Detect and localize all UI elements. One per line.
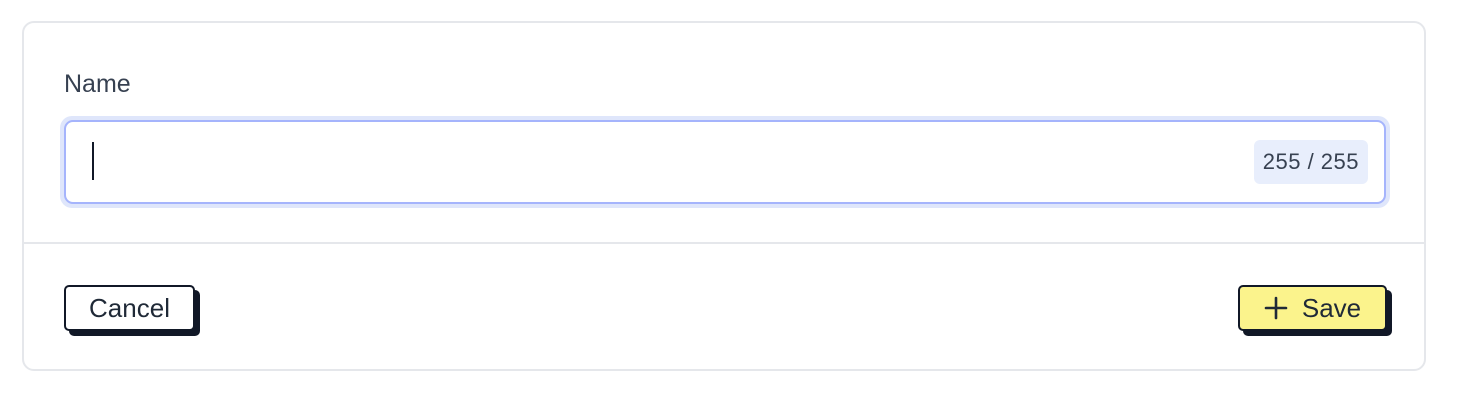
character-counter: 255 / 255 — [1253, 140, 1368, 184]
name-label: Name — [64, 70, 131, 98]
footer-divider — [24, 242, 1424, 244]
text-caret — [92, 142, 94, 180]
save-button[interactable]: Save — [1238, 285, 1387, 331]
name-input[interactable]: 255 / 255 — [64, 120, 1386, 204]
cancel-button-label: Cancel — [89, 292, 170, 323]
plus-icon — [1264, 296, 1288, 320]
name-form-card: Name 255 / 255 Cancel Save — [22, 21, 1426, 371]
name-input-focus-ring: 255 / 255 — [60, 116, 1390, 208]
save-button-label: Save — [1301, 292, 1362, 323]
form-body: Name 255 / 255 — [24, 23, 1424, 243]
cancel-button[interactable]: Cancel — [64, 285, 195, 331]
